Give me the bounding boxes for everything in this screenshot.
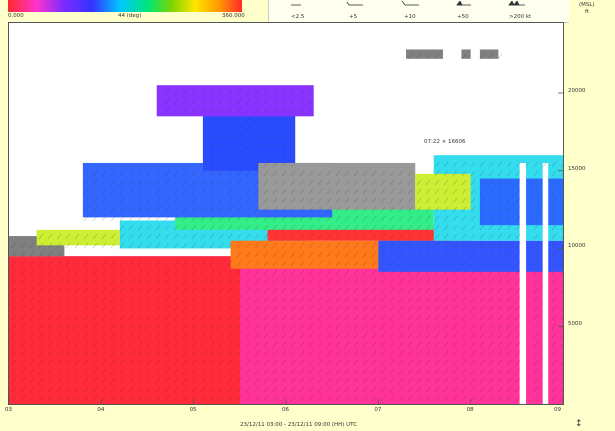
x-tick-label-6: 09 [554, 407, 561, 413]
x-tick-label-5: 08 [466, 407, 474, 413]
heatmap-band-12 [258, 162, 416, 210]
data-gap-0 [519, 162, 527, 404]
wind-key-label-1: <2.5 [291, 14, 305, 20]
cursor-readout: 07:22 × 16606 [424, 139, 466, 145]
wind-key-label-5: >200 kt [509, 14, 532, 20]
heatmap-band-1 [9, 256, 240, 404]
wind-key-label-2: +5 [349, 14, 358, 20]
colorbar-min-label: 0.000 [8, 13, 24, 19]
x-axis-title: 23/12/11 03:00 - 23/12/11 09:00 (HH) UTC [240, 422, 358, 428]
wind-key-label-4: +50 [457, 14, 469, 20]
direction-color-scale [8, 0, 242, 12]
x-tick-label-3: 06 [282, 407, 289, 413]
y-tick-label-0: 5000 [568, 321, 582, 328]
wind-barb-key-icons [291, 0, 525, 6]
wind-key-label-3: +10 [404, 14, 416, 20]
x-tick-label-0: 03 [5, 407, 12, 413]
y-tick-label-3: 20000 [568, 87, 586, 94]
wind-profile-plot[interactable] [8, 22, 564, 405]
heatmap-svg [9, 49, 563, 404]
x-tick-label-4: 07 [374, 407, 382, 413]
wind-speed-key: <2.5 +5 +10 +50 >200 kt [268, 0, 569, 23]
y-tick-label-1: 10000 [568, 243, 586, 250]
colorbar-mid-label: 44 (deg) [118, 13, 142, 19]
right-axis: (MSL) ft 5000 10000 15000 20000 [563, 0, 615, 431]
resize-arrows-icon[interactable]: ↕ [575, 419, 583, 429]
y-axis-unit-label-2: ft [585, 9, 589, 15]
heatmap-band-11 [156, 85, 314, 117]
heatmap-band-10 [202, 111, 296, 171]
heatmap-band-15 [415, 173, 471, 210]
data-gap-1 [542, 162, 549, 404]
y-axis-unit-label: (MSL) [579, 2, 595, 8]
heatmap-band-8 [378, 240, 563, 272]
heatmap-band-18 [479, 49, 499, 59]
colorbar-max-label: 360.000 [222, 13, 245, 19]
top-legend-bar: 0.000 44 (deg) 360.000 <2.5 +5 +10 +50 >… [0, 0, 615, 23]
y-tick-label-2: 15000 [568, 165, 586, 172]
x-tick-label-1: 04 [97, 407, 105, 413]
x-tick-label-2: 05 [189, 407, 197, 413]
